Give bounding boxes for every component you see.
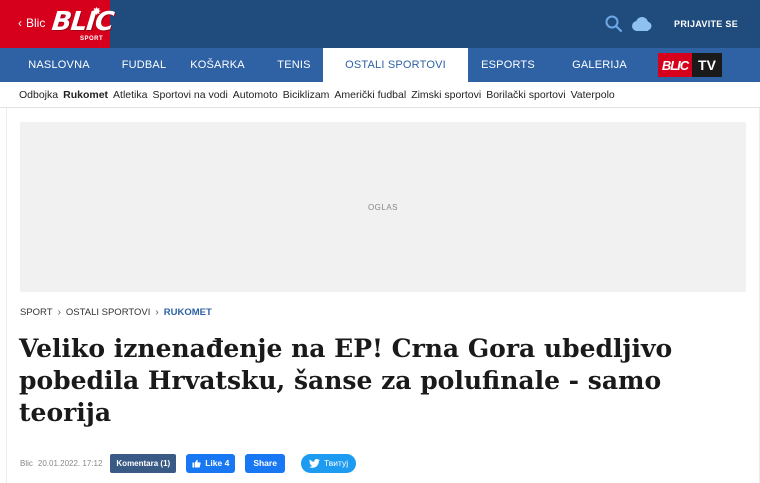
search-icon[interactable] [604,14,624,34]
tv-badge-label: TV [692,53,722,77]
article-meta: Blic 20.01.2022. 17:12 Komentara (1) Lik… [20,453,357,473]
thumbs-up-icon [192,459,201,468]
chevron-right-icon: › [57,307,61,318]
tv-badge-brand: BLIC [658,53,692,77]
nav-item-fudbal[interactable]: FUDBAL [118,48,170,82]
nav-item-naslovna[interactable]: NASLOVNA [0,48,118,82]
blic-tv-link[interactable]: BLIC TV [658,53,722,77]
top-right-actions: PRIJAVITE SE [604,12,748,36]
login-button[interactable]: PRIJAVITE SE [664,12,748,36]
subnav-item-automoto[interactable]: Automoto [233,89,278,101]
subnav-item-biciklizam[interactable]: Biciklizam [283,89,330,101]
tweet-label: Твитуј [323,458,349,468]
subnav-item-americki-fudbal[interactable]: Američki fudbal [334,89,406,101]
facebook-like-button[interactable]: Like 4 [186,453,236,473]
blic-sport-logo[interactable]: BLIC ✸ SPORT [50,5,114,43]
top-bar: ‹ Blic BLIC ✸ SPORT PRIJAVITE SE [0,0,760,48]
chevron-right-icon: › [155,307,159,318]
subnav-item-borilacki-sportovi[interactable]: Borilački sportovi [486,89,565,101]
subnav-item-rukomet[interactable]: Rukomet [63,89,108,101]
nav-item-kosarka[interactable]: KOŠARKA [170,48,265,82]
comments-button[interactable]: Komentara (1) [110,453,177,473]
logo-text: BLIC [50,7,115,37]
subnav-item-sportovi-na-vodi[interactable]: Sportovi na vodi [152,89,227,101]
weather-cloud-icon[interactable] [630,16,652,32]
subnav-item-vaterpolo[interactable]: Vaterpolo [571,89,615,101]
subnav-item-zimski-sportovi[interactable]: Zimski sportovi [411,89,481,101]
subnav-item-odbojka[interactable]: Odbojka [19,89,58,101]
breadcrumb-rukomet[interactable]: RUKOMET [164,307,212,318]
nav-item-tenis[interactable]: TENIS [265,48,323,82]
sub-nav: Odbojka Rukomet Atletika Sportovi na vod… [0,82,760,108]
article-source: Blic [20,458,33,468]
chevron-left-icon: ‹ [18,16,22,30]
breadcrumb-ostali-sportovi[interactable]: OSTALI SPORTOVI [66,307,150,318]
logo-subtext: SPORT [80,36,104,42]
subnav-item-atletika[interactable]: Atletika [113,89,147,101]
facebook-share-button[interactable]: Share [245,453,285,473]
main-nav: NASLOVNA FUDBAL KOŠARKA TENIS OSTALI SPO… [0,48,760,82]
nav-item-esports[interactable]: ESPORTS [468,48,548,82]
article-date: 20.01.2022. 17:12 [37,458,103,468]
ad-label: OGLAS [367,203,399,212]
breadcrumb: SPORT › OSTALI SPORTOVI › RUKOMET [20,307,212,318]
nav-item-galerija[interactable]: GALERIJA [548,48,651,82]
logo-star-icon: ✸ [92,6,102,18]
back-link-label: Blic [26,16,46,30]
breadcrumb-sport[interactable]: SPORT [20,307,53,318]
article-headline: Veliko iznenađenje na EP! Crna Gora ubed… [19,334,673,427]
ad-placeholder[interactable]: OGLAS [20,122,746,292]
back-to-blic-link[interactable]: ‹ Blic [18,16,45,30]
nav-item-ostali-sportovi[interactable]: OSTALI SPORTOVI [323,48,468,82]
tweet-button[interactable]: Твитуј [300,453,357,473]
like-label: Like 4 [205,458,230,468]
twitter-bird-icon [309,458,320,468]
